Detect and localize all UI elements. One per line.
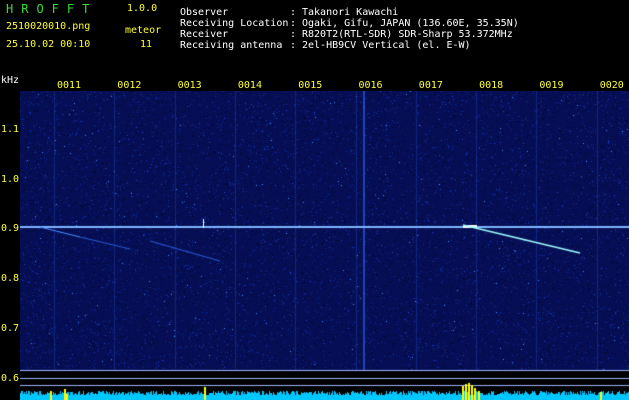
- frequency-tick-label: 0.9: [1, 223, 20, 234]
- time-tick-label: 0013: [177, 80, 202, 91]
- time-tick-label: 0014: [237, 80, 262, 91]
- time-tick-label: 0016: [358, 80, 383, 91]
- station-value: 2el-HB9CV Vertical (el. E-W): [302, 40, 471, 51]
- frequency-tick-label: 1.1: [1, 124, 20, 135]
- station-colon: :: [290, 40, 297, 51]
- app-name: HROFFT: [6, 2, 98, 16]
- frequency-tick-label: 0.6: [1, 373, 20, 384]
- time-tick-label: 0012: [117, 80, 142, 91]
- frequency-tick-label: 0.7: [1, 323, 20, 334]
- time-tick-label: 0017: [418, 80, 443, 91]
- frequency-tick-label: 1.0: [1, 174, 20, 185]
- app-version: 1.0.0: [127, 3, 158, 14]
- file-name: 2510020010.png: [6, 21, 91, 32]
- time-tick-label: 0011: [57, 80, 82, 91]
- time-tick-label: 0015: [298, 80, 323, 91]
- meteor-count: 11: [140, 39, 153, 50]
- station-label: Receiving antenna: [180, 40, 283, 51]
- time-tick-label: 0020: [599, 80, 624, 91]
- frequency-unit-label: kHz: [1, 75, 20, 86]
- waterfall-spectrogram: [20, 91, 629, 400]
- frequency-tick-label: 0.8: [1, 273, 20, 284]
- time-tick-label: 0018: [479, 80, 504, 91]
- capture-datetime: 25.10.02 00:10: [6, 39, 91, 50]
- header-panel: HROFFT 1.0.0 2510020010.png 25.10.02 00:…: [0, 0, 629, 74]
- meteor-count-label: meteor: [125, 25, 162, 36]
- time-tick-label: 0019: [539, 80, 564, 91]
